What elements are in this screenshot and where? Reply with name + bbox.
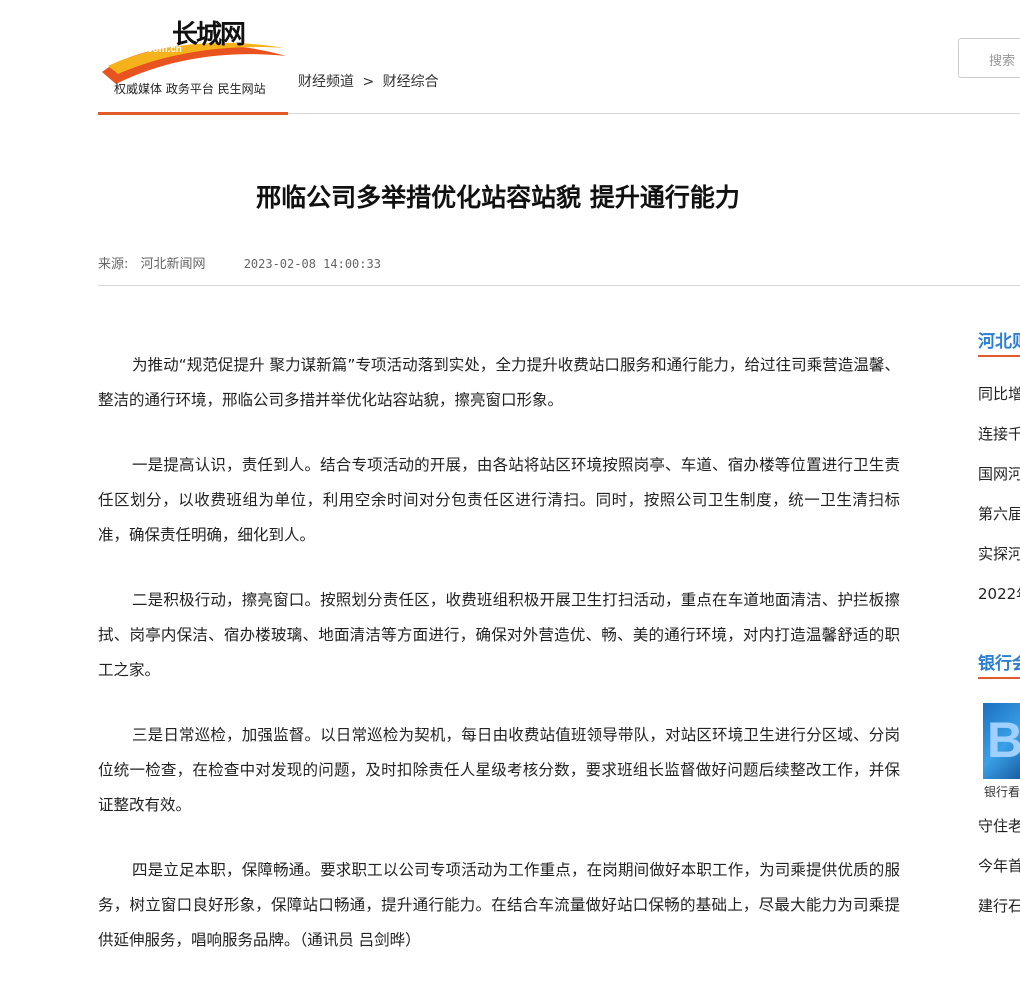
sidebar-news-item[interactable]: 同比增 — [978, 383, 1020, 404]
source-label: 来源: — [98, 257, 129, 272]
sidebar-heading-hebei-finance[interactable]: 河北则 — [978, 327, 1020, 352]
sidebar-news-item[interactable]: 实探河 — [978, 543, 1020, 564]
article-paragraph: 四是立足本职，保障畅通。要求职工以公司专项活动为工作重点，在岗期间做好本职工作，… — [98, 861, 900, 949]
article-paragraph: 一是提高认识，责任到人。结合专项活动的开展，由各站将站区环境按照岗亭、车道、宿办… — [98, 456, 900, 544]
sidebar-news-item[interactable]: 建行石 — [978, 895, 1020, 916]
meta-divider — [98, 285, 1020, 286]
sidebar-heading-underline — [978, 355, 1020, 357]
breadcrumb-finance-channel[interactable]: 财经频道 — [298, 74, 354, 90]
source-name: 河北新闻网 — [140, 257, 206, 272]
sidebar-news-item[interactable]: 2022年 — [978, 583, 1020, 604]
logo-brand: 长城网 — [172, 20, 246, 50]
search-input[interactable]: 搜索 — [958, 38, 1020, 78]
site-logo[interactable]: 长城网 hebei.com.cn 权威媒体 政务平台 民生网站 — [98, 14, 288, 98]
logo-slogan: 权威媒体 政务平台 民生网站 — [114, 82, 266, 96]
breadcrumb: 财经频道 > 财经综合 — [298, 71, 439, 91]
sidebar-heading-bank[interactable]: 银行会 — [978, 649, 1020, 674]
image-letter-b: B — [987, 712, 1020, 768]
article-paragraph: 为推动“规范促提升 聚力谋新篇”专项活动落到实处，全力提升收费站口服务和通行能力… — [98, 356, 900, 409]
header-accent-bar — [98, 112, 288, 115]
sidebar-news-item[interactable]: 国网河 — [978, 463, 1020, 484]
breadcrumb-finance-general[interactable]: 财经综合 — [383, 74, 439, 90]
sidebar-news-item[interactable]: 守住老 — [978, 815, 1020, 836]
article-paragraph: 二是积极行动，擦亮窗口。按照划分责任区，收费班组积极开展卫生打扫活动，重点在车道… — [98, 591, 900, 679]
sidebar-news-item[interactable]: 今年首 — [978, 855, 1020, 876]
article-meta: 来源: 河北新闻网 2023-02-08 14:00:33 — [98, 253, 381, 272]
article-body: 为推动“规范促提升 聚力谋新篇”专项活动落到实处，全力提升收费站口服务和通行能力… — [98, 348, 900, 988]
sidebar-news-image[interactable]: B — [983, 703, 1020, 779]
sidebar-news-item[interactable]: 第六届 — [978, 503, 1020, 524]
sidebar-image-caption[interactable]: 银行看 — [984, 783, 1020, 800]
logo-domain: hebei.com.cn — [118, 44, 182, 55]
sidebar-news-item[interactable]: 连接千 — [978, 423, 1020, 444]
sidebar-heading-underline — [978, 677, 1020, 679]
publish-time: 2023-02-08 14:00:33 — [243, 257, 381, 271]
article-title: 邢临公司多举措优化站容站貌 提升通行能力 — [256, 183, 740, 212]
article-paragraph: 三是日常巡检，加强监督。以日常巡检为契机，每日由收费站值班领导带队，对站区环境卫… — [98, 726, 900, 814]
breadcrumb-separator: > — [362, 74, 375, 90]
